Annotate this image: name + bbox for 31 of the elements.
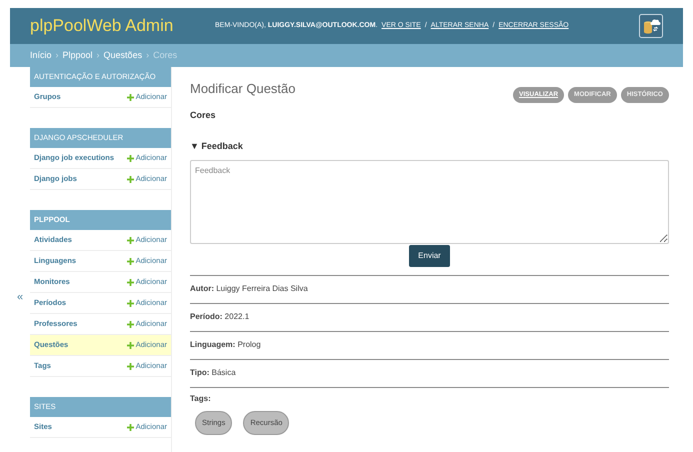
- tags-label: Tags:: [190, 392, 212, 404]
- plus-icon: [126, 320, 134, 328]
- breadcrumb-separator: ›: [96, 48, 100, 62]
- breadcrumb-link[interactable]: Questões: [104, 48, 142, 62]
- detail-text: Período: 2022.1: [190, 311, 250, 323]
- site-title[interactable]: plpPoolWeb Admin: [30, 13, 215, 39]
- plus-icon: [126, 94, 134, 100]
- plus-icon: [126, 154, 134, 162]
- plus-icon: [126, 362, 134, 370]
- detail-text: Linguagem: Prolog: [190, 339, 261, 351]
- plus-icon: [126, 424, 134, 430]
- breadcrumb-separator: ›: [56, 48, 59, 62]
- plus-icon: [126, 342, 134, 348]
- current-page-text: Cores: [153, 48, 178, 62]
- plus-icon: [126, 236, 134, 244]
- submit-button[interactable]: Enviar: [409, 244, 450, 266]
- database-cloud-icon[interactable]: [639, 14, 663, 38]
- object-name: Cores: [190, 108, 217, 122]
- feedback-field[interactable]: Feedback: [190, 160, 669, 244]
- collapse-sidebar-button[interactable]: «: [16, 289, 24, 306]
- section-heading[interactable]: ▼ Feedback: [190, 140, 669, 154]
- plus-icon: [126, 278, 134, 286]
- breadcrumb-separator: ›: [146, 48, 150, 62]
- plus-icon: [126, 258, 134, 264]
- plus-icon: [126, 176, 134, 182]
- detail-text: Tipo: Básica: [190, 367, 236, 379]
- breadcrumb-link[interactable]: Início: [30, 48, 52, 62]
- page-title: Modificar Questão: [190, 80, 296, 98]
- plus-icon: [126, 300, 134, 306]
- detail-text: Autor: Luiggy Ferreira Dias Silva: [190, 283, 308, 295]
- breadcrumb-link[interactable]: Plppool: [62, 48, 93, 62]
